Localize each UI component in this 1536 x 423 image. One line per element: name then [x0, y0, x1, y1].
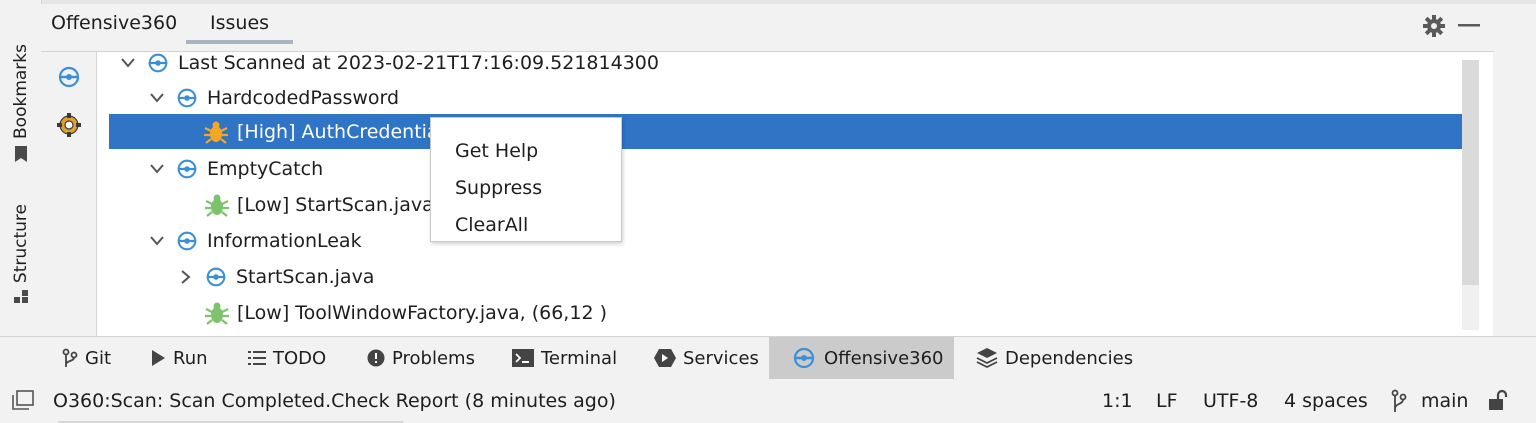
gear-icon[interactable]	[1422, 14, 1446, 42]
tree-node-label: HardcodedPassword	[207, 86, 400, 109]
tab-label: Offensive360	[824, 347, 944, 369]
offensive360-icon	[174, 85, 200, 111]
bookmarks-side-tab[interactable]: Bookmarks	[6, 44, 36, 167]
tab-label: Dependencies	[1005, 347, 1134, 369]
status-message[interactable]: O360:Scan: Scan Completed.Check Report (…	[53, 390, 616, 412]
tab-label: Git	[85, 347, 112, 369]
settings-gear-icon	[55, 111, 83, 143]
offensive360-icon	[56, 64, 82, 94]
low-bug-icon	[204, 192, 230, 218]
tab-label: Terminal	[541, 347, 618, 369]
tab-run[interactable]: Run	[150, 337, 208, 379]
tree-node-label: InformationLeak	[207, 229, 362, 252]
git-branch-icon	[62, 348, 78, 368]
tool-window-header: Offensive360 Issues	[41, 4, 1494, 52]
tree-row[interactable]: Last Scanned at 2023-02-21T17:16:09.5218…	[97, 52, 1465, 80]
lock-open-icon[interactable]	[1487, 389, 1509, 415]
chevron-down-icon[interactable]	[149, 233, 165, 249]
minimize-icon[interactable]	[1458, 14, 1480, 36]
chevron-down-icon[interactable]	[149, 90, 165, 106]
chevron-right-icon[interactable]	[178, 269, 194, 285]
bookmark-icon	[13, 145, 29, 167]
todo-icon	[248, 350, 266, 366]
tab-label: Run	[173, 347, 208, 369]
problems-icon	[367, 349, 385, 367]
tree-row[interactable]: [Low] StartScan.java,	[97, 187, 1465, 222]
tab-offensive360[interactable]: Offensive360	[51, 12, 177, 34]
git-branch-icon	[1391, 389, 1407, 417]
tree-node-label: EmptyCatch	[207, 157, 324, 180]
indent-setting[interactable]: 4 spaces	[1284, 390, 1368, 412]
low-bug-icon	[204, 300, 230, 326]
high-bug-icon	[203, 119, 229, 145]
context-menu: Get Help Suppress ClearAll	[430, 117, 622, 242]
terminal-icon	[512, 349, 534, 367]
tab-label: TODO	[273, 347, 327, 369]
tab-todo[interactable]: TODO	[248, 337, 326, 379]
offensive360-icon	[791, 345, 817, 371]
offensive360-icon	[145, 52, 171, 76]
menu-item-clear-all[interactable]: ClearAll	[455, 214, 528, 236]
caret-position[interactable]: 1:1	[1102, 390, 1133, 412]
tree-row[interactable]: [Low] ToolWindowFactory.java, (66,12 )	[97, 295, 1465, 330]
offensive360-icon	[174, 228, 200, 254]
tab-problems[interactable]: Problems	[367, 337, 475, 379]
offensive360-icon	[174, 156, 200, 182]
chevron-down-icon[interactable]	[120, 55, 136, 71]
tree-node-label: StartScan.java	[236, 265, 375, 288]
tab-terminal[interactable]: Terminal	[512, 337, 617, 379]
structure-side-tab[interactable]: Structure	[6, 204, 36, 309]
tree-node-label: Last Scanned at 2023-02-21T17:16:09.5218…	[178, 52, 659, 74]
tree-row-selected[interactable]: [High] AuthCredentia	[109, 114, 1468, 149]
file-encoding[interactable]: UTF-8	[1203, 390, 1258, 412]
settings-button[interactable]	[54, 112, 84, 142]
tree-node-label: [Low] ToolWindowFactory.java, (66,12 )	[237, 301, 607, 324]
tool-window-bar: Git Run TODO Problems Terminal Services …	[0, 336, 1536, 380]
tab-git[interactable]: Git	[62, 337, 111, 379]
tree-row[interactable]: StartScan.java	[97, 259, 1465, 294]
toggle-tool-windows-icon[interactable]	[12, 390, 34, 414]
structure-label: Structure	[11, 204, 31, 284]
bookmarks-label: Bookmarks	[11, 44, 31, 139]
structure-icon	[13, 289, 29, 309]
scan-button[interactable]	[54, 64, 84, 94]
offensive360-icon	[203, 264, 229, 290]
tree-row[interactable]: HardcodedPassword	[97, 80, 1465, 115]
chevron-down-icon[interactable]	[149, 161, 165, 177]
tree-node-label: [Low] StartScan.java,	[237, 193, 440, 216]
dependencies-icon	[976, 347, 998, 369]
status-bar: O360:Scan: Scan Completed.Check Report (…	[0, 379, 1536, 423]
services-icon	[654, 348, 676, 368]
left-tool-stripe: Bookmarks Structure	[0, 0, 42, 336]
menu-item-suppress[interactable]: Suppress	[455, 177, 542, 199]
scrollbar-thumb[interactable]	[1462, 60, 1479, 285]
tab-issues[interactable]: Issues	[186, 12, 294, 44]
git-branch[interactable]: main	[1421, 390, 1468, 412]
tab-dependencies[interactable]: Dependencies	[976, 337, 1133, 379]
tab-label: Services	[683, 347, 759, 369]
run-icon	[150, 349, 166, 367]
issues-tree[interactable]: Last Scanned at 2023-02-21T17:16:09.5218…	[97, 52, 1493, 336]
toolbar-column	[41, 52, 97, 336]
tree-row[interactable]: InformationLeak	[97, 223, 1465, 258]
tab-label: Problems	[392, 347, 475, 369]
tab-offensive360[interactable]: Offensive360	[769, 337, 954, 379]
menu-item-get-help[interactable]: Get Help	[455, 140, 538, 162]
tree-node-label: [High] AuthCredentia	[237, 120, 439, 143]
line-ending[interactable]: LF	[1156, 390, 1178, 412]
tree-row[interactable]: EmptyCatch	[97, 151, 1465, 186]
tab-services[interactable]: Services	[654, 337, 759, 379]
